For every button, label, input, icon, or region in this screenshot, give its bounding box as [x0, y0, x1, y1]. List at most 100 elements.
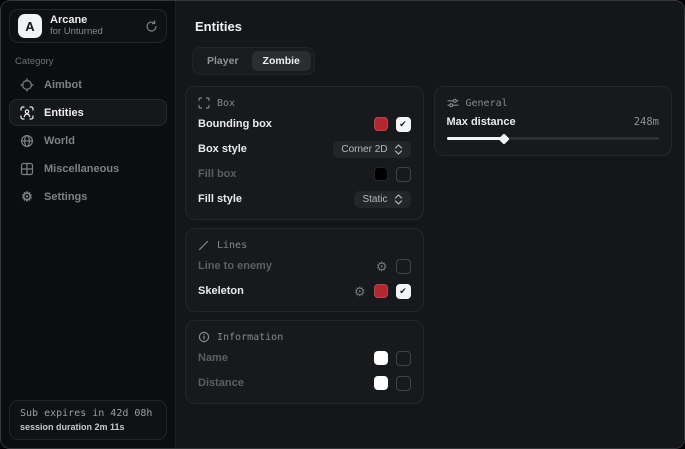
- gear-icon: ⚙: [20, 190, 34, 203]
- sidebar-item-miscellaneous[interactable]: Miscellaneous: [9, 155, 167, 182]
- avatar: A: [18, 14, 42, 38]
- box-card: Box Bounding box Box style Corne: [185, 86, 424, 220]
- sidebar-item-label: Settings: [44, 191, 87, 203]
- right-column: General Max distance 248m: [434, 86, 673, 156]
- information-card-header: Information: [198, 331, 411, 343]
- checkbox-name[interactable]: [396, 351, 411, 366]
- main-panel: Entities Player Zombie Box Bounding box: [177, 1, 684, 448]
- sidebar-item-label: Entities: [44, 107, 84, 119]
- color-swatch-fill-box[interactable]: [374, 167, 388, 181]
- sidebar-item-entities[interactable]: Entities: [9, 99, 167, 126]
- card-title: Lines: [217, 240, 247, 251]
- setting-label: Box style: [198, 143, 247, 155]
- setting-row-distance: Distance: [198, 373, 411, 393]
- setting-row-box-style: Box style Corner 2D: [198, 139, 411, 159]
- setting-label: Skeleton: [198, 285, 244, 297]
- info-icon: [198, 331, 210, 343]
- sidebar-item-label: Aimbot: [44, 79, 82, 91]
- color-swatch-skeleton[interactable]: [374, 284, 388, 298]
- left-column: Box Bounding box Box style Corne: [185, 86, 424, 404]
- setting-label: Fill style: [198, 193, 242, 205]
- crosshair-icon: [20, 78, 34, 92]
- setting-row-fill-box: Fill box: [198, 164, 411, 184]
- page-title: Entities: [195, 19, 672, 34]
- information-card: Information Name Distance: [185, 320, 424, 404]
- setting-label: Fill box: [198, 168, 237, 180]
- setting-row-bounding-box: Bounding box: [198, 114, 411, 134]
- tab-zombie[interactable]: Zombie: [252, 51, 311, 71]
- card-title: Information: [217, 332, 283, 343]
- sidebar-item-world[interactable]: World: [9, 127, 167, 154]
- app-window: A Arcane for Unturned Category Aimbot: [0, 0, 685, 449]
- session-duration-text: session duration 2m 11s: [20, 422, 156, 432]
- color-swatch-name[interactable]: [374, 351, 388, 365]
- sidebar-item-aimbot[interactable]: Aimbot: [9, 71, 167, 98]
- setting-row-name: Name: [198, 348, 411, 368]
- grid-icon: [20, 162, 34, 176]
- sidebar-item-settings[interactable]: ⚙ Settings: [9, 183, 167, 210]
- lines-card: Lines Line to enemy ⚙ Skeleton ⚙: [185, 228, 424, 312]
- sync-icon[interactable]: [145, 20, 158, 33]
- globe-icon: [20, 134, 34, 148]
- category-label: Category: [15, 56, 54, 67]
- card-title: General: [466, 98, 508, 109]
- setting-label: Distance: [198, 377, 244, 389]
- row-controls: [374, 117, 411, 132]
- color-swatch-distance[interactable]: [374, 376, 388, 390]
- sub-expiry-text: Sub expires in 42d 08h: [20, 408, 156, 419]
- setting-label: Name: [198, 352, 228, 364]
- max-distance-value: 248m: [634, 116, 659, 128]
- dropdown-value: Static: [362, 194, 387, 205]
- gear-icon[interactable]: ⚙: [354, 285, 366, 298]
- checkbox-fill-box[interactable]: [396, 167, 411, 182]
- dropdown-value: Corner 2D: [341, 144, 387, 155]
- checkbox-bounding-box[interactable]: [396, 117, 411, 132]
- row-controls: [374, 376, 411, 391]
- row-controls: [374, 167, 411, 182]
- slider-thumb[interactable]: [498, 133, 509, 144]
- row-controls: [374, 351, 411, 366]
- max-distance-slider[interactable]: [447, 132, 660, 145]
- brand-text: Arcane for Unturned: [50, 14, 103, 39]
- sidebar-nav: Aimbot Entities World Miscellaneous: [9, 71, 167, 210]
- scan-corners-icon: [198, 97, 210, 109]
- app-subtitle: for Unturned: [50, 27, 103, 38]
- color-swatch-bounding-box[interactable]: [374, 117, 388, 131]
- subscription-status: Sub expires in 42d 08h session duration …: [9, 400, 167, 440]
- app-brand: A Arcane for Unturned: [9, 9, 167, 43]
- setting-row-fill-style: Fill style Static: [198, 189, 411, 209]
- tab-bar: Player Zombie: [192, 47, 315, 75]
- scan-person-icon: [20, 106, 34, 120]
- sidebar-item-label: World: [44, 135, 75, 147]
- box-style-dropdown[interactable]: Corner 2D: [333, 141, 410, 158]
- row-controls: Static: [354, 191, 410, 208]
- chevrons-up-down-icon: [394, 144, 403, 155]
- cards-area: Box Bounding box Box style Corne: [185, 86, 672, 404]
- setting-row-skeleton: Skeleton ⚙: [198, 281, 411, 301]
- chevrons-up-down-icon: [394, 194, 403, 205]
- slider-fill: [447, 137, 504, 140]
- sidebar: A Arcane for Unturned Category Aimbot: [1, 1, 176, 448]
- pencil-icon: [198, 239, 210, 251]
- gear-icon[interactable]: ⚙: [376, 260, 388, 273]
- setting-label: Line to enemy: [198, 260, 272, 272]
- setting-label: Bounding box: [198, 118, 272, 130]
- tab-player[interactable]: Player: [196, 51, 250, 71]
- max-distance-row: Max distance 248m: [447, 116, 660, 128]
- fill-style-dropdown[interactable]: Static: [354, 191, 410, 208]
- box-card-header: Box: [198, 97, 411, 109]
- setting-row-line-to-enemy: Line to enemy ⚙: [198, 256, 411, 276]
- row-controls: Corner 2D: [333, 141, 410, 158]
- card-title: Box: [217, 98, 235, 109]
- app-name: Arcane: [50, 14, 103, 27]
- checkbox-skeleton[interactable]: [396, 284, 411, 299]
- general-card: General Max distance 248m: [434, 86, 673, 156]
- setting-label: Max distance: [447, 116, 516, 128]
- row-controls: ⚙: [376, 259, 411, 274]
- checkbox-line-to-enemy[interactable]: [396, 259, 411, 274]
- general-card-header: General: [447, 97, 660, 109]
- checkbox-distance[interactable]: [396, 376, 411, 391]
- lines-card-header: Lines: [198, 239, 411, 251]
- row-controls: ⚙: [354, 284, 411, 299]
- sidebar-item-label: Miscellaneous: [44, 163, 119, 175]
